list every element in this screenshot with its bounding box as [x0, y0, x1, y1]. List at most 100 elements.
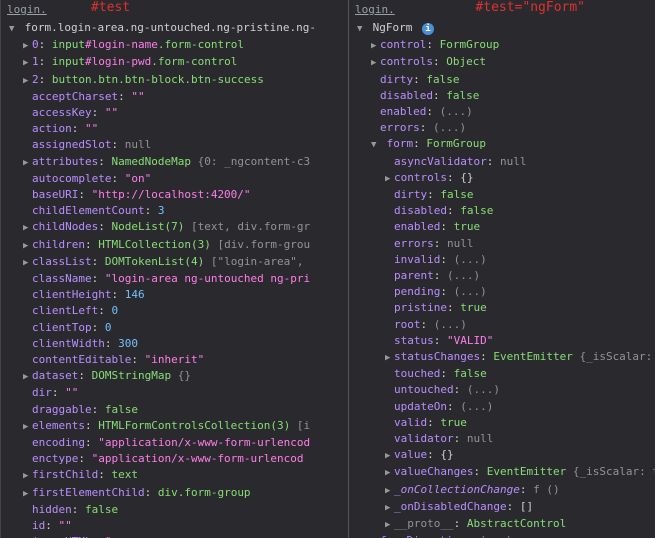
caret-right-icon[interactable]: [371, 55, 380, 71]
property-row[interactable]: accessKey: "": [7, 105, 346, 121]
property-row[interactable]: childElementCount: 3: [7, 203, 346, 219]
caret-right-icon[interactable]: [385, 350, 394, 366]
prop-value: HTMLFormControlsCollection(3): [98, 419, 290, 432]
property-row[interactable]: id: "": [7, 518, 346, 534]
root-node-right[interactable]: NgForm i: [355, 20, 653, 37]
property-row[interactable]: acceptCharset: "": [7, 89, 346, 105]
property-row[interactable]: innerHTML: "↵: [7, 534, 346, 538]
caret-right-icon[interactable]: [23, 419, 32, 435]
property-row[interactable]: attributes: NamedNodeMap {0: _ngcontent-…: [7, 154, 346, 171]
property-row[interactable]: controls: {}: [355, 170, 653, 187]
property-row[interactable]: value: {}: [355, 447, 653, 464]
property-row[interactable]: controls: Object: [355, 54, 653, 71]
property-row[interactable]: root: (...): [355, 317, 653, 333]
login-link-right[interactable]: login.: [355, 3, 395, 16]
info-icon[interactable]: i: [422, 23, 434, 35]
property-row[interactable]: _onCollectionChange: f (): [355, 482, 653, 499]
caret-right-icon[interactable]: [385, 483, 394, 499]
property-row[interactable]: elements: HTMLFormControlsCollection(3) …: [7, 418, 346, 435]
property-row[interactable]: status: "VALID": [355, 333, 653, 349]
property-row[interactable]: __proto__: AbstractControl: [355, 516, 653, 533]
prop-value: "application/x-www-form-urlencod: [98, 436, 310, 449]
login-link-left[interactable]: login.: [7, 3, 47, 16]
property-row[interactable]: clientHeight: 146: [7, 287, 346, 303]
caret-right-icon[interactable]: [23, 238, 32, 254]
left-tree[interactable]: form.login-area.ng-untouched.ng-pristine…: [1, 18, 348, 538]
property-row[interactable]: hidden: false: [7, 502, 346, 518]
property-row[interactable]: draggable: false: [7, 402, 346, 418]
property-row[interactable]: invalid: (...): [355, 252, 653, 268]
child-element-row[interactable]: 1: input#login-pwd.form-control: [7, 54, 346, 71]
prop-value: EventEmitter: [487, 465, 566, 478]
prop-value: (...): [434, 318, 467, 331]
caret-right-icon[interactable]: [23, 38, 32, 54]
property-row[interactable]: action: "": [7, 121, 346, 137]
caret-right-icon[interactable]: [23, 255, 32, 271]
property-row[interactable]: disabled: false: [355, 203, 653, 219]
property-row[interactable]: untouched: (...): [355, 382, 653, 398]
caret-right-icon[interactable]: [23, 369, 32, 385]
property-row[interactable]: valueChanges: EventEmitter {_isScalar: f…: [355, 464, 653, 481]
property-row[interactable]: enctype: "application/x-www-form-urlenco…: [7, 451, 346, 467]
caret-right-icon[interactable]: [23, 73, 32, 89]
child-element-row[interactable]: 2: button.btn.btn-block.btn-success: [7, 72, 346, 89]
property-row[interactable]: asyncValidator: null: [355, 154, 653, 170]
property-row[interactable]: control: FormGroup: [355, 37, 653, 54]
caret-right-icon[interactable]: [385, 500, 394, 516]
root-node-left[interactable]: form.login-area.ng-untouched.ng-pristine…: [7, 20, 346, 37]
property-row[interactable]: updateOn: (...): [355, 399, 653, 415]
caret-right-icon[interactable]: [23, 220, 32, 236]
property-row[interactable]: statusChanges: EventEmitter {_isScalar: …: [355, 349, 653, 366]
property-row[interactable]: errors: (...): [355, 120, 653, 136]
prop-value: (...): [460, 400, 493, 413]
caret-down-icon[interactable]: [357, 21, 366, 37]
property-row[interactable]: dataset: DOMStringMap {}: [7, 368, 346, 385]
caret-down-icon[interactable]: [9, 21, 18, 37]
property-row[interactable]: dirty: false: [355, 187, 653, 203]
caret-right-icon[interactable]: [385, 517, 394, 533]
caret-down-icon[interactable]: [371, 137, 380, 153]
property-row[interactable]: pending: (...): [355, 284, 653, 300]
property-row[interactable]: assignedSlot: null: [7, 137, 346, 153]
property-row[interactable]: formDirective: (...): [355, 533, 653, 538]
caret-right-icon[interactable]: [385, 171, 394, 187]
property-row[interactable]: firstChild: text: [7, 467, 346, 484]
property-row[interactable]: validator: null: [355, 431, 653, 447]
property-row[interactable]: classList: DOMTokenList(4) ["login-area"…: [7, 254, 346, 271]
caret-right-icon[interactable]: [23, 468, 32, 484]
property-row[interactable]: valid: true: [355, 415, 653, 431]
property-row[interactable]: clientLeft: 0: [7, 303, 346, 319]
caret-right-icon[interactable]: [385, 448, 394, 464]
caret-right-icon[interactable]: [23, 486, 32, 502]
property-row[interactable]: touched: false: [355, 366, 653, 382]
property-row[interactable]: clientTop: 0: [7, 320, 346, 336]
property-row[interactable]: errors: null: [355, 236, 653, 252]
form-node[interactable]: form: FormGroup: [355, 136, 653, 153]
property-row[interactable]: _onDisabledChange: []: [355, 499, 653, 516]
property-row[interactable]: dir: "": [7, 385, 346, 401]
property-row[interactable]: encoding: "application/x-www-form-urlenc…: [7, 435, 346, 451]
property-row[interactable]: disabled: false: [355, 88, 653, 104]
property-row[interactable]: dirty: false: [355, 72, 653, 88]
property-row[interactable]: children: HTMLCollection(3) [div.form-gr…: [7, 237, 346, 254]
caret-right-icon[interactable]: [385, 465, 394, 481]
caret-right-icon[interactable]: [23, 55, 32, 71]
property-row[interactable]: parent: (...): [355, 268, 653, 284]
property-row[interactable]: childNodes: NodeList(7) [text, div.form-…: [7, 219, 346, 236]
property-row[interactable]: baseURI: "http://localhost:4200/": [7, 187, 346, 203]
property-row[interactable]: enabled: (...): [355, 104, 653, 120]
property-row[interactable]: contentEditable: "inherit": [7, 352, 346, 368]
property-row[interactable]: firstElementChild: div.form-group: [7, 485, 346, 502]
caret-right-icon[interactable]: [23, 155, 32, 171]
prop-key: parent: [394, 269, 434, 282]
property-row[interactable]: pristine: true: [355, 300, 653, 316]
property-row[interactable]: clientWidth: 300: [7, 336, 346, 352]
prop-value: null: [447, 237, 474, 250]
caret-right-icon[interactable]: [371, 38, 380, 54]
property-row[interactable]: autocomplete: "on": [7, 171, 346, 187]
left-console-panel: #test login. form.login-area.ng-untouche…: [0, 0, 348, 538]
right-tree[interactable]: NgForm i control: FormGroupcontrols: Obj…: [349, 18, 655, 538]
property-row[interactable]: className: "login-area ng-untouched ng-p…: [7, 271, 346, 287]
child-element-row[interactable]: 0: input#login-name.form-control: [7, 37, 346, 54]
property-row[interactable]: enabled: true: [355, 219, 653, 235]
